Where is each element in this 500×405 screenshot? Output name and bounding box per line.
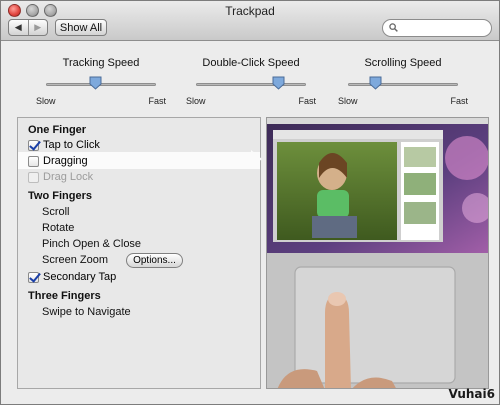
checkbox-checked[interactable]: [28, 139, 39, 151]
search-field[interactable]: [382, 19, 492, 37]
back-arrow-icon[interactable]: ◀: [9, 20, 28, 35]
title-toolbar: Trackpad ◀ ▶ Show All: [1, 1, 499, 41]
selection-pointer: [251, 150, 262, 168]
slider-min-label: Slow: [36, 96, 56, 106]
scroll-option[interactable]: Scroll: [42, 206, 70, 218]
slider-knob[interactable]: [89, 76, 102, 90]
two-fingers-heading: Two Fingers: [28, 190, 92, 202]
trackpad-preferences-window: Trackpad ◀ ▶ Show All Tracking Speed Slo…: [0, 0, 500, 405]
checkbox-disabled: [28, 171, 39, 183]
three-fingers-heading: Three Fingers: [28, 290, 101, 302]
scrolling-speed-slider: Scrolling Speed Slow Fast: [338, 57, 468, 107]
gesture-video-preview: [266, 117, 489, 389]
checkbox-unchecked[interactable]: [28, 155, 39, 167]
slider-knob[interactable]: [272, 76, 285, 90]
drag-lock-label: Drag Lock: [43, 171, 94, 183]
secondary-tap-label: Secondary Tap: [43, 271, 117, 283]
pinch-option[interactable]: Pinch Open & Close: [42, 238, 141, 250]
window-title: Trackpad: [225, 4, 275, 18]
slider-min-label: Slow: [338, 96, 358, 106]
slider-label: Double-Click Speed: [202, 57, 300, 69]
checkbox-checked[interactable]: [28, 271, 39, 283]
show-all-button[interactable]: Show All: [55, 19, 107, 36]
screen-zoom-option[interactable]: Screen Zoom: [42, 254, 108, 266]
slider-track[interactable]: [196, 83, 306, 86]
forward-arrow-icon[interactable]: ▶: [27, 20, 48, 35]
rotate-option[interactable]: Rotate: [42, 222, 74, 234]
slider-track[interactable]: [348, 83, 458, 86]
back-forward-control: ◀ ▶: [8, 19, 48, 36]
gesture-options-panel: One Finger Tap to Click Dragging Drag Lo…: [17, 117, 261, 389]
trackpad-demo-image: [267, 253, 488, 388]
slider-max-label: Fast: [298, 96, 316, 106]
tap-to-click-label: Tap to Click: [43, 139, 100, 151]
watermark-text: Vuhai6: [448, 387, 495, 401]
double-click-speed-slider: Double-Click Speed Slow Fast: [186, 57, 316, 107]
slider-max-label: Fast: [148, 96, 166, 106]
dragging-checkbox[interactable]: Dragging: [28, 154, 88, 168]
secondary-tap-checkbox[interactable]: Secondary Tap: [28, 270, 116, 284]
search-icon: [389, 23, 398, 32]
slider-knob[interactable]: [369, 76, 382, 90]
one-finger-heading: One Finger: [28, 124, 87, 136]
swipe-to-navigate-option[interactable]: Swipe to Navigate: [42, 306, 131, 318]
slider-label: Tracking Speed: [62, 57, 140, 69]
tap-to-click-checkbox[interactable]: Tap to Click: [28, 138, 100, 152]
slider-max-label: Fast: [450, 96, 468, 106]
drag-lock-checkbox: Drag Lock: [28, 170, 93, 184]
tracking-speed-slider: Tracking Speed Slow Fast: [36, 57, 166, 107]
screen-zoom-options-button[interactable]: Options...: [126, 253, 183, 268]
slider-label: Scrolling Speed: [364, 57, 442, 69]
screen-preview-image: [267, 118, 488, 253]
slider-min-label: Slow: [186, 96, 206, 106]
dragging-label: Dragging: [43, 155, 88, 167]
